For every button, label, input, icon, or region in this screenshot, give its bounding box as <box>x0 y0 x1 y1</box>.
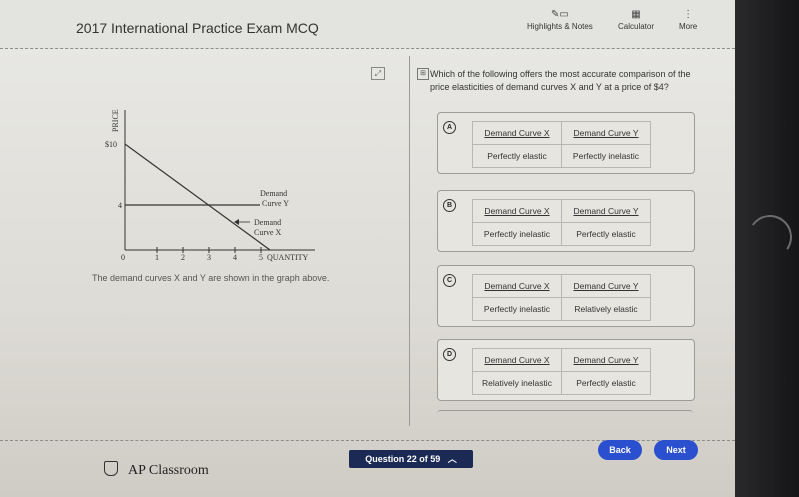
option-e-partial-edge <box>437 410 693 417</box>
x-tick-label-1: 1 <box>155 253 159 262</box>
more-label: More <box>679 22 698 31</box>
demand-curve-x-line <box>124 143 271 251</box>
option-letter-b: B <box>443 199 456 212</box>
curve-y-label-line1: Demand <box>260 189 287 198</box>
pane-divider[interactable] <box>409 56 410 426</box>
kebab-menu-icon: ⋮ <box>683 9 694 20</box>
highlights-notes-label: Highlights & Notes <box>527 22 593 31</box>
highlights-notes-button[interactable]: ✎▭ Highlights & Notes <box>527 8 593 31</box>
answer-option-a[interactable]: A Demand Curve X Demand Curve Y Perfectl… <box>437 112 695 174</box>
exam-header: 2017 International Practice Exam MCQ ✎▭ … <box>0 0 735 49</box>
answer-option-b[interactable]: B Demand Curve X Demand Curve Y Perfectl… <box>437 190 695 252</box>
option-d-table: Demand Curve X Demand Curve Y Relatively… <box>472 348 651 395</box>
option-c-val-y: Relatively elastic <box>561 297 651 321</box>
option-b-head-y: Demand Curve Y <box>561 199 651 223</box>
option-letter-c: C <box>443 274 456 287</box>
option-b-val-x: Perfectly inelastic <box>472 222 562 246</box>
ap-shield-icon <box>104 461 118 476</box>
curve-y-label-line2: Curve Y <box>262 199 289 208</box>
option-c-head-x: Demand Curve X <box>472 274 562 298</box>
next-button[interactable]: Next <box>654 440 698 460</box>
option-a-val-y: Perfectly inelastic <box>561 144 651 168</box>
calculator-label: Calculator <box>618 22 655 31</box>
option-a-head-x: Demand Curve X <box>472 121 562 145</box>
x-tick-label-5: 5 <box>259 253 263 262</box>
ap-classroom-brand: AP Classroom <box>104 461 209 479</box>
x-tick-label-0: 0 <box>121 253 125 262</box>
option-c-val-x: Perfectly inelastic <box>472 297 562 321</box>
more-button[interactable]: ⋮ More <box>679 8 697 31</box>
option-d-head-x: Demand Curve X <box>472 348 562 372</box>
option-a-table: Demand Curve X Demand Curve Y Perfectly … <box>472 121 651 168</box>
option-d-val-x: Relatively inelastic <box>472 371 562 395</box>
y-tick-label-4: 4 <box>118 201 122 210</box>
curve-x-label-line2: Curve X <box>254 228 282 237</box>
question-navigator-button[interactable]: Question 22 of 59 ︿ <box>349 450 473 468</box>
stimulus-caption: The demand curves X and Y are shown in t… <box>92 273 330 283</box>
question-nav-label: Question 22 of 59 <box>365 454 441 464</box>
calculator-icon: ▦ <box>631 9 641 20</box>
answer-option-d[interactable]: D Demand Curve X Demand Curve Y Relative… <box>437 339 695 401</box>
bookmark-icon[interactable]: ⊞ <box>417 68 429 80</box>
option-letter-a: A <box>443 121 456 134</box>
option-d-val-y: Perfectly elastic <box>561 371 651 395</box>
x-tick-label-2: 2 <box>181 253 185 262</box>
exam-screen: 2017 International Practice Exam MCQ ✎▭ … <box>0 0 735 497</box>
x-tick-label-4: 4 <box>233 253 237 262</box>
option-a-val-x: Perfectly elastic <box>472 144 562 168</box>
option-b-head-x: Demand Curve X <box>472 199 562 223</box>
option-d-head-y: Demand Curve Y <box>561 348 651 372</box>
option-b-val-y: Perfectly elastic <box>561 222 651 246</box>
option-b-table: Demand Curve X Demand Curve Y Perfectly … <box>472 199 651 246</box>
expand-icon[interactable]: ⤢ <box>371 67 385 80</box>
highlighter-icon: ✎▭ <box>550 9 569 20</box>
exam-title: 2017 International Practice Exam MCQ <box>76 20 319 36</box>
brand-label: AP Classroom <box>128 463 209 478</box>
y-tick-label-10: $10 <box>105 140 117 149</box>
curve-x-label-line1: Demand <box>254 218 281 227</box>
chevron-up-icon: ︿ <box>442 454 457 464</box>
x-axis-label: QUANTITY <box>267 253 309 262</box>
option-letter-d: D <box>443 348 456 361</box>
question-text: Which of the following offers the most a… <box>430 69 691 92</box>
answer-option-c[interactable]: C Demand Curve X Demand Curve Y Perfectl… <box>437 265 695 327</box>
option-a-head-y: Demand Curve Y <box>561 121 651 145</box>
option-c-table: Demand Curve X Demand Curve Y Perfectly … <box>472 274 651 321</box>
x-tick-label-3: 3 <box>207 253 211 262</box>
demand-curves-graph: PRICE $10 4 0 1 2 3 4 5 QUANTITY Demand … <box>105 109 315 262</box>
back-button[interactable]: Back <box>598 440 642 460</box>
option-c-head-y: Demand Curve Y <box>561 274 651 298</box>
calculator-button[interactable]: ▦ Calculator <box>618 8 654 31</box>
y-axis-label: PRICE <box>111 109 120 132</box>
